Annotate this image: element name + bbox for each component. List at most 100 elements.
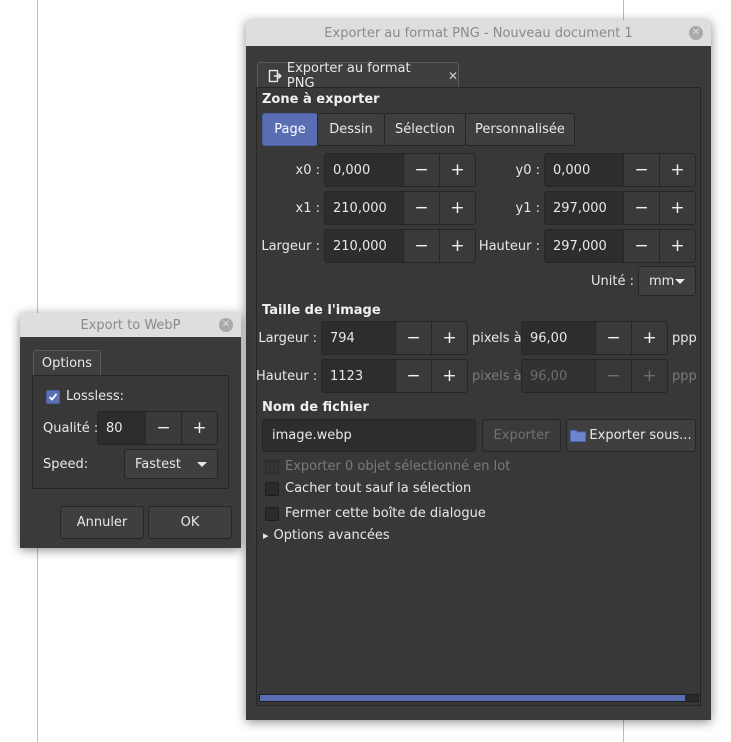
tab-export-png[interactable]: Exporter au format PNG ✕ (257, 60, 459, 91)
image-height-minus-icon[interactable]: − (395, 360, 431, 392)
lossless-label: Lossless: (66, 389, 125, 404)
dialog-titlebar: Exporter au format PNG - Nouveau documen… (246, 20, 711, 46)
quality-label: Qualité : (43, 421, 99, 436)
check-icon (48, 392, 58, 401)
chevron-down-icon (197, 462, 207, 467)
area-width-label: Largeur : (261, 239, 320, 254)
export-area-heading: Zone à exporter (262, 92, 380, 107)
y0-minus-icon[interactable]: − (623, 154, 659, 186)
x1-minus-icon[interactable]: − (403, 192, 439, 224)
speed-value: Fastest (135, 456, 181, 472)
area-height-minus-icon[interactable]: − (623, 230, 659, 262)
export-button[interactable]: Exporter (482, 419, 561, 452)
export-png-dialog: Exporter au format PNG - Nouveau documen… (246, 20, 711, 720)
area-height-value[interactable]: 297,000 (545, 230, 623, 262)
dpi-value-2: 96,00 (522, 360, 595, 392)
speed-select[interactable]: Fastest (124, 449, 218, 479)
dpi2-plus-icon: + (631, 360, 667, 392)
image-height-label: Hauteur : (256, 369, 318, 384)
tab-label: Exporter au format PNG (286, 60, 411, 91)
y1-plus-icon[interactable]: + (659, 192, 695, 224)
y1-value[interactable]: 297,000 (545, 192, 623, 224)
export-as-label: Exporter sous... (589, 428, 692, 443)
ok-button[interactable]: OK (148, 506, 232, 539)
image-width-plus-icon[interactable]: + (431, 322, 467, 354)
x0-value[interactable]: 0,000 (325, 154, 403, 186)
expander-arrow-icon: ▸ (263, 529, 269, 542)
dpi2-minus-icon: − (595, 360, 631, 392)
webp-close-icon[interactable]: ✕ (219, 318, 233, 332)
webp-titlebar: Export to WebP ✕ (20, 313, 241, 337)
lossless-checkbox[interactable]: Lossless: (46, 389, 124, 404)
image-width-value[interactable]: 794 (322, 322, 395, 354)
speed-label: Speed: (43, 457, 89, 472)
y1-minus-icon[interactable]: − (623, 192, 659, 224)
x1-spinbox[interactable]: 210,000 − + (324, 191, 476, 225)
checkbox-box[interactable] (46, 389, 60, 404)
area-width-minus-icon[interactable]: − (403, 230, 439, 262)
checkbox-box[interactable] (265, 506, 279, 521)
x0-minus-icon[interactable]: − (403, 154, 439, 186)
dpi-unit-label: ppp (672, 331, 697, 346)
area-height-spinbox[interactable]: 297,000 − + (544, 229, 696, 263)
area-height-label: Hauteur : (478, 239, 540, 254)
export-progress-bar (259, 694, 699, 702)
image-height-spinbox[interactable]: 1123 − + (321, 359, 468, 393)
filename-input[interactable]: image.webp (262, 419, 476, 452)
checkbox-box[interactable] (265, 481, 279, 496)
unit-value: mm (649, 273, 675, 289)
quality-plus-icon[interactable]: + (181, 412, 217, 444)
image-width-minus-icon[interactable]: − (395, 322, 431, 354)
x0-plus-icon[interactable]: + (439, 154, 475, 186)
x1-plus-icon[interactable]: + (439, 192, 475, 224)
tab-close-icon[interactable]: ✕ (448, 69, 458, 83)
close-icon[interactable]: ✕ (689, 26, 703, 40)
y1-label: y1 : (515, 201, 540, 216)
image-width-spinbox[interactable]: 794 − + (321, 321, 468, 355)
tab-options[interactable]: Options (33, 350, 101, 376)
export-webp-dialog: Export to WebP ✕ Options Lossless: Quali… (20, 313, 241, 548)
cancel-button[interactable]: Annuler (60, 506, 144, 539)
dialog-title: Exporter au format PNG - Nouveau documen… (324, 25, 633, 41)
x0-spinbox[interactable]: 0,000 − + (324, 153, 476, 187)
y1-spinbox[interactable]: 297,000 − + (544, 191, 696, 225)
quality-value[interactable]: 80 (98, 412, 145, 444)
mode-selection-button[interactable]: Sélection (384, 113, 466, 146)
mode-drawing-button[interactable]: Dessin (317, 113, 385, 146)
unit-select[interactable]: mm (638, 266, 696, 296)
hide-all-checkbox[interactable]: Cacher tout sauf la sélection (265, 481, 471, 496)
area-width-value[interactable]: 210,000 (325, 230, 403, 262)
y0-value[interactable]: 0,000 (545, 154, 623, 186)
pixels-at-label: pixels à (472, 331, 522, 346)
dpi-spinbox[interactable]: 96,00 − + (521, 321, 668, 355)
advanced-options-label: Options avancées (273, 528, 390, 543)
dpi-value[interactable]: 96,00 (522, 322, 595, 354)
webp-title: Export to WebP (80, 317, 181, 333)
x1-value[interactable]: 210,000 (325, 192, 403, 224)
chevron-down-icon (675, 279, 685, 284)
y0-plus-icon[interactable]: + (659, 154, 695, 186)
x0-label: x0 : (295, 163, 320, 178)
quality-spinbox[interactable]: 80 − + (97, 411, 218, 445)
image-height-plus-icon[interactable]: + (431, 360, 467, 392)
dpi-minus-icon[interactable]: − (595, 322, 631, 354)
area-height-plus-icon[interactable]: + (659, 230, 695, 262)
batch-export-label: Exporter 0 objet sélectionné en lot (285, 459, 511, 474)
export-icon (268, 69, 282, 82)
export-progress-fill (260, 695, 685, 701)
y0-spinbox[interactable]: 0,000 − + (544, 153, 696, 187)
area-width-plus-icon[interactable]: + (439, 230, 475, 262)
advanced-options-expander[interactable]: ▸ Options avancées (263, 528, 390, 543)
close-dialog-label: Fermer cette boîte de dialogue (285, 506, 486, 521)
mode-custom-button[interactable]: Personnalisée (465, 113, 575, 146)
dpi-unit-label-2: ppp (672, 369, 697, 384)
filename-heading: Nom de fichier (262, 400, 369, 415)
area-width-spinbox[interactable]: 210,000 − + (324, 229, 476, 263)
quality-minus-icon[interactable]: − (145, 412, 181, 444)
dpi-plus-icon[interactable]: + (631, 322, 667, 354)
export-as-button[interactable]: Exporter sous... (566, 419, 696, 452)
dpi-spinbox-2: 96,00 − + (521, 359, 668, 393)
mode-page-button[interactable]: Page (262, 113, 318, 146)
close-dialog-checkbox[interactable]: Fermer cette boîte de dialogue (265, 506, 486, 521)
image-height-value[interactable]: 1123 (322, 360, 395, 392)
